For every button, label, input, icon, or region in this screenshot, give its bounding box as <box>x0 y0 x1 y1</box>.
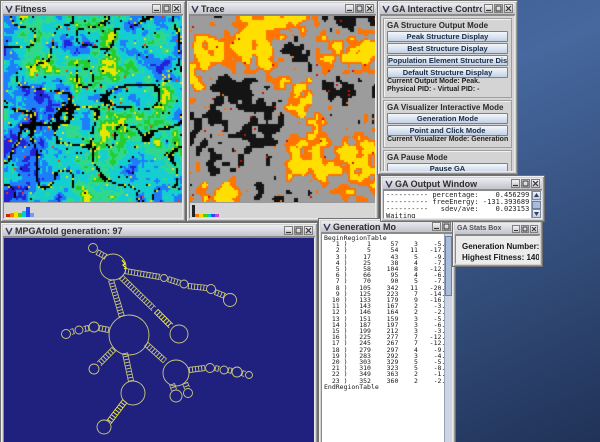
ga-stats-window: GA Stats Box Generation Number: 97 Highe… <box>452 220 543 267</box>
maximize-button[interactable] <box>521 179 530 188</box>
window-menu-icon[interactable] <box>385 180 393 188</box>
region-vertical-scrollbar[interactable] <box>444 234 452 442</box>
pid-status: Physical PID: - Virtual PID: - <box>387 86 508 94</box>
output-title: GA Output Window <box>395 179 477 189</box>
structure-output-label: GA Structure Output Mode <box>387 21 508 30</box>
trace-legend <box>190 202 375 218</box>
mpgafold-title: MPGAfold generation: 97 <box>15 226 123 236</box>
rna-structure-drawing <box>4 238 315 442</box>
window-menu-icon[interactable] <box>323 223 331 231</box>
desktop: Fitness <box>0 0 600 442</box>
current-visualizer-mode-status: Current Visualizer Mode: Generation <box>387 136 508 144</box>
structure-output-section: GA Structure Output Mode Peak Structure … <box>383 18 512 98</box>
trace-window: Trace <box>186 0 379 222</box>
minimize-button[interactable] <box>512 225 520 233</box>
pause-ga-button[interactable]: Pause GA <box>387 163 508 172</box>
generation-monitor-window: Generation Mo BeginRegionTable 1 ) 1 57 … <box>318 218 456 442</box>
close-button[interactable] <box>172 4 181 13</box>
default-structure-display-button[interactable]: Default Structure Display <box>387 67 508 78</box>
scroll-down-icon[interactable] <box>532 209 541 218</box>
highest-fitness-text: Highest Fitness: 140.2 <box>462 252 539 263</box>
close-button[interactable] <box>530 225 538 233</box>
region-table: BeginRegionTable 1 ) 1 57 3 -5.5 2 ) 5 5… <box>324 235 443 442</box>
scroll-thumb[interactable] <box>532 201 541 209</box>
minimize-button[interactable] <box>432 222 441 231</box>
scroll-thumb[interactable] <box>445 236 452 296</box>
fitness-titlebar[interactable]: Fitness <box>3 3 183 15</box>
fitness-window: Fitness <box>0 0 186 222</box>
point-and-click-mode-button[interactable]: Point and Click Mode <box>387 125 508 136</box>
maximize-button[interactable] <box>442 222 451 231</box>
ga-output-window: GA Output Window ---------- percentage: … <box>380 175 545 222</box>
maximize-button[interactable] <box>162 4 171 13</box>
output-vertical-scrollbar[interactable] <box>531 191 541 218</box>
close-button[interactable] <box>365 4 374 13</box>
maximize-button[interactable] <box>521 225 529 233</box>
maximize-button[interactable] <box>494 4 503 13</box>
window-menu-icon[interactable] <box>191 5 199 13</box>
best-structure-display-button[interactable]: Best Structure Display <box>387 43 508 54</box>
maximize-button[interactable] <box>294 226 303 235</box>
window-menu-icon[interactable] <box>382 5 390 13</box>
output-titlebar[interactable]: GA Output Window <box>383 178 542 190</box>
population-element-structure-display-button[interactable]: Population Element Structure Display <box>387 55 508 66</box>
output-text: ---------- percentage: 0.456299 --------… <box>386 192 529 218</box>
trace-heatmap <box>190 16 375 202</box>
fitness-heatmap <box>4 16 182 202</box>
minimize-button[interactable] <box>152 4 161 13</box>
maximize-button[interactable] <box>355 4 364 13</box>
trace-titlebar[interactable]: Trace <box>189 3 376 15</box>
close-button[interactable] <box>531 179 540 188</box>
generation-number-text: Generation Number: 97 <box>462 241 539 252</box>
stats-title: GA Stats Box <box>457 225 501 232</box>
generation-mode-button[interactable]: Generation Mode <box>387 113 508 124</box>
fitness-histogram-icon <box>6 205 40 217</box>
window-menu-icon[interactable] <box>5 227 13 235</box>
visualizer-mode-section: GA Visualizer Interactive Mode Generatio… <box>383 100 512 148</box>
trace-title: Trace <box>201 4 225 14</box>
peak-structure-display-button[interactable]: Peak Structure Display <box>387 31 508 42</box>
controls-title: GA Interactive Controls <box>392 4 482 14</box>
pause-mode-label: GA Pause Mode <box>387 153 508 162</box>
fitness-title: Fitness <box>15 4 47 14</box>
stats-titlebar[interactable]: GA Stats Box <box>455 223 540 235</box>
scroll-up-icon[interactable] <box>532 191 541 200</box>
controls-titlebar[interactable]: GA Interactive Controls <box>380 3 515 15</box>
ga-interactive-controls-window: GA Interactive Controls GA Structure Out… <box>377 0 518 175</box>
region-titlebar[interactable]: Generation Mo <box>321 221 453 233</box>
trace-histogram-icon <box>192 204 226 217</box>
close-button[interactable] <box>304 226 313 235</box>
current-output-mode-status: Current Output Mode: Peak. <box>387 78 508 86</box>
fitness-legend <box>4 202 182 218</box>
mpgafold-titlebar[interactable]: MPGAfold generation: 97 <box>3 225 315 237</box>
minimize-button[interactable] <box>511 179 520 188</box>
minimize-button[interactable] <box>284 226 293 235</box>
mpgafold-window: MPGAfold generation: 97 <box>0 222 318 442</box>
pause-mode-section: GA Pause Mode Pause GA Step One Generati… <box>383 150 512 172</box>
region-title: Generation Mo <box>333 222 396 232</box>
visualizer-mode-label: GA Visualizer Interactive Mode <box>387 103 508 112</box>
minimize-button[interactable] <box>484 4 493 13</box>
close-button[interactable] <box>504 4 513 13</box>
window-menu-icon[interactable] <box>5 5 13 13</box>
minimize-button[interactable] <box>345 4 354 13</box>
